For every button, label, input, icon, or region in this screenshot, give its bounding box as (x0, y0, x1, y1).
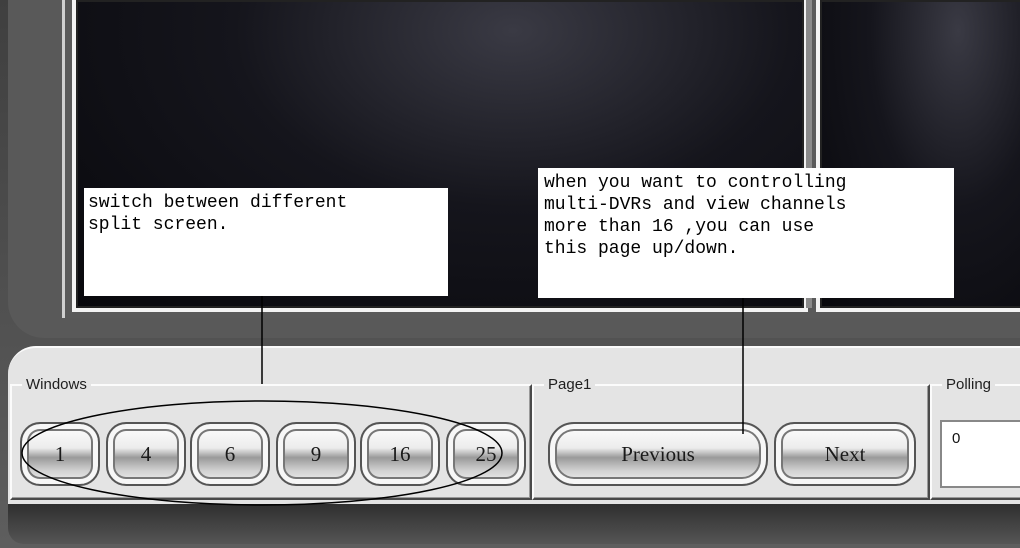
windows-highlight-ellipse (21, 400, 503, 506)
annotation-overlay (21, 296, 744, 506)
